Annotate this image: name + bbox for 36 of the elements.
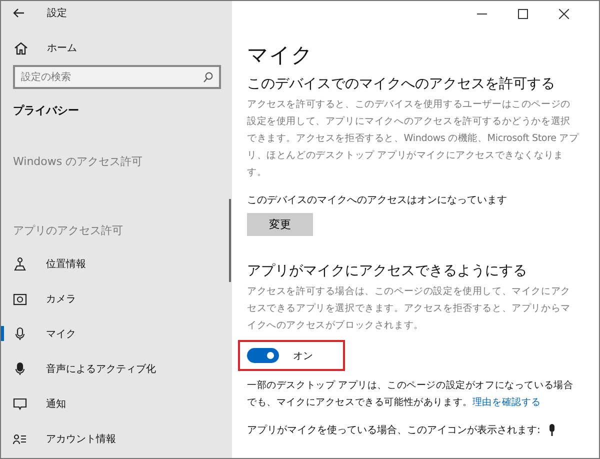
back-arrow-icon[interactable] <box>13 8 25 18</box>
search-field[interactable]: 設定の検索 <box>13 65 221 89</box>
page-title: マイク <box>247 42 314 69</box>
contact-card-icon <box>13 432 27 446</box>
home-link[interactable]: ホーム <box>14 41 77 55</box>
description-text: アクセスを許可すると、このデバイスを使用するユーザーはこのページの設定を使用して、アプリにマイクへのアクセスを許可するかどうかを選択できます。アクセスを拒否すると、Windows の機能、Microsoft Store アプリ、ほとんどのデスクトップ アプリがマイクにアクセスできなくなります。 <box>247 98 579 180</box>
section-heading: このデバイスでのマイクへのアクセスを許可する <box>247 75 556 93</box>
icon-note-text: アプリがマイクを使っている場合、このアイコンが表示されます: <box>247 424 540 437</box>
note-text: 一部のデスクトップ アプリは、このページの設定がオフになっている場合でも、マイクにアクセスできる可能性があります。理由を確認する <box>247 379 574 410</box>
group-title: Windows のアクセス許可 <box>13 154 143 169</box>
camera-icon <box>13 292 27 306</box>
status-text: このデバイスのマイクへのアクセスはオンになっています <box>247 194 508 207</box>
section-heading: アプリがマイクにアクセスできるようにする <box>247 262 528 280</box>
sidebar-item[interactable]: カメラ <box>1 281 232 316</box>
toggle-switch[interactable] <box>247 348 279 363</box>
microphone-icon <box>13 326 27 340</box>
sidebar-item[interactable]: 位置情報 <box>1 246 232 281</box>
change-button[interactable]: 変更 <box>247 213 313 236</box>
sidebar-item[interactable]: 音声によるアクティブ化 <box>1 351 232 386</box>
section-title: プライバシー <box>13 103 79 118</box>
group-title: アプリのアクセス許可 <box>13 223 123 238</box>
speech-bubble-icon <box>13 396 27 410</box>
close-icon[interactable] <box>559 9 569 19</box>
sidebar-item[interactable]: マイク <box>1 316 232 351</box>
sidebar-item[interactable]: 通知 <box>1 386 232 421</box>
person-pin-icon <box>13 256 27 270</box>
toggle-label: オン <box>293 350 313 362</box>
microphone-icon <box>548 424 556 436</box>
microphone-icon <box>13 362 27 376</box>
search-icon <box>203 72 213 83</box>
home-icon <box>14 42 28 54</box>
learn-why-link[interactable]: 理由を確認する <box>472 397 542 408</box>
window-title: 設定 <box>47 6 67 20</box>
maximize-icon[interactable] <box>518 9 528 19</box>
sidebar-item[interactable]: アカウント情報 <box>1 421 232 456</box>
description-text: アクセスを許可する場合は、このページの設定を使用して、マイクにアクセスできるアプリを選択できます。アクセスを拒否すると、アプリからマイクへのアクセスがブロックされます。 <box>247 285 572 333</box>
